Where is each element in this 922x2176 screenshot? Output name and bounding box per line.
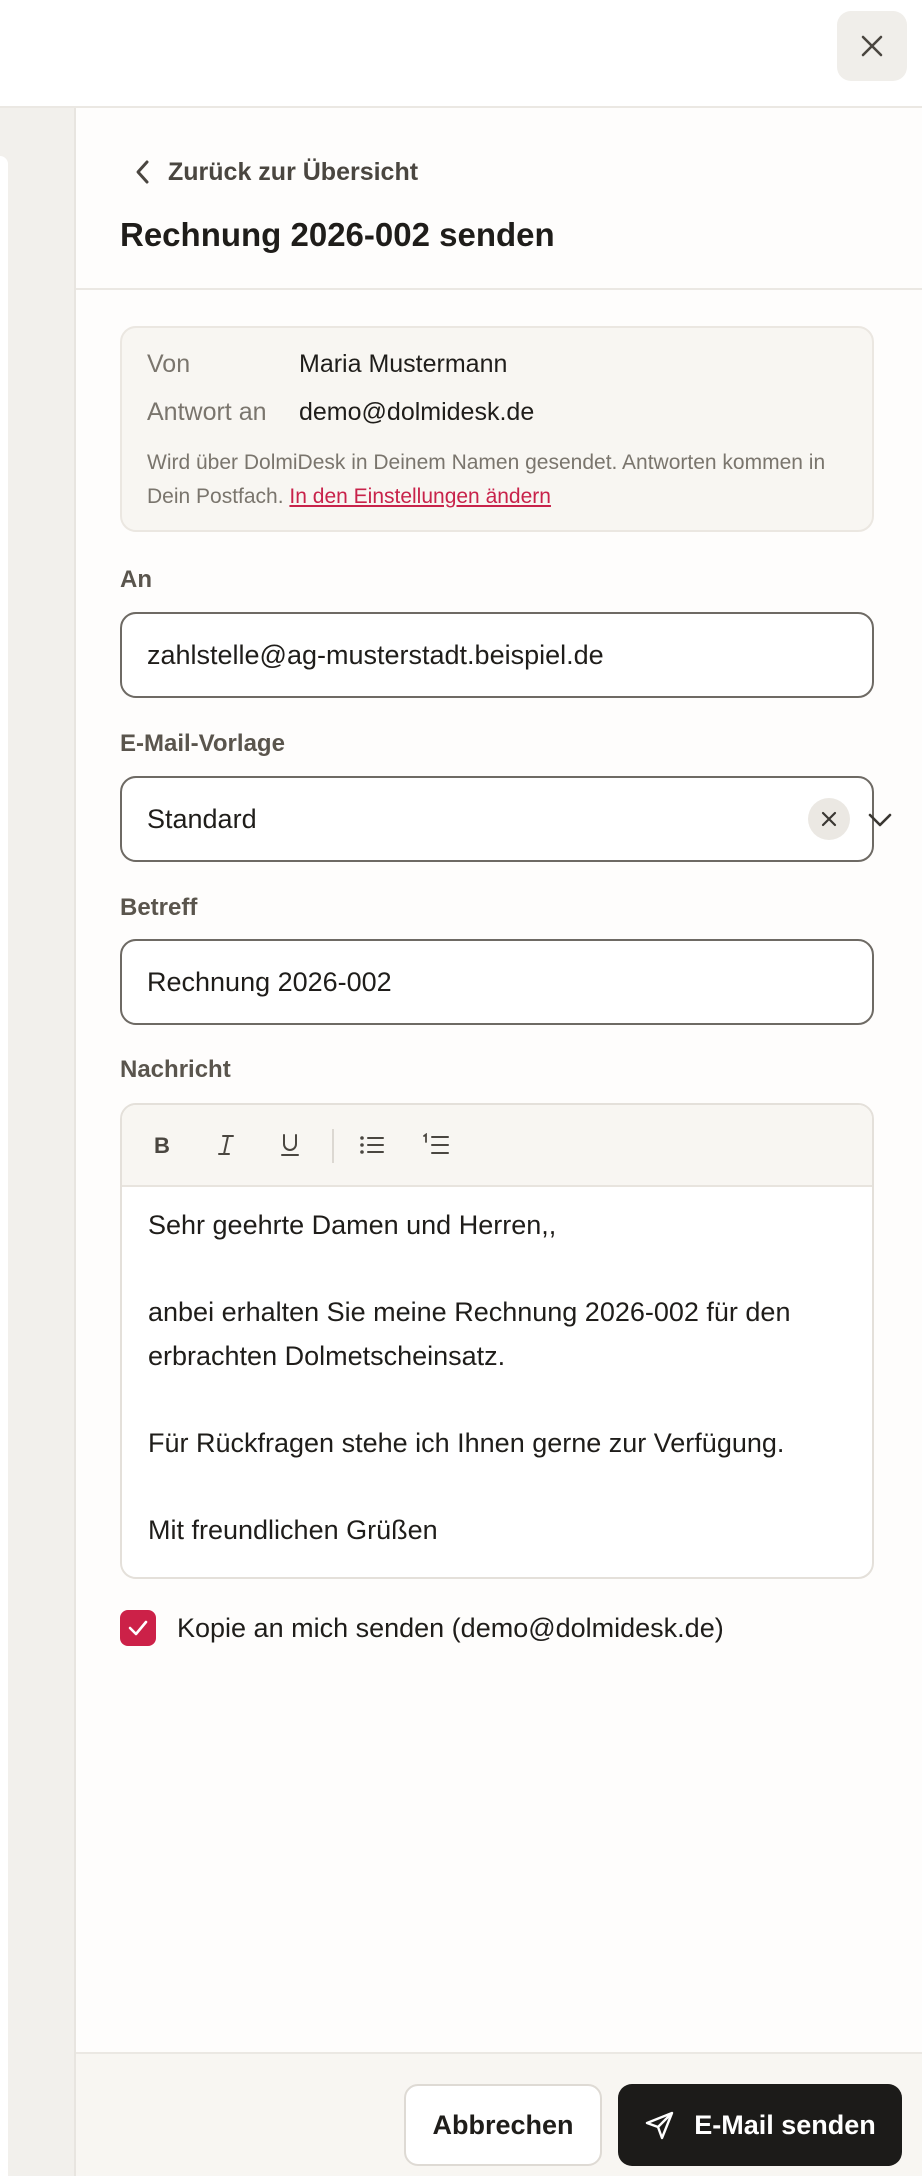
close-button[interactable] (837, 11, 907, 81)
page-title: Rechnung 2026-002 senden (120, 216, 555, 253)
copy-to-me-label: Kopie an mich senden (demo@dolmidesk.de) (177, 1612, 724, 1643)
toolbar-divider (332, 1129, 334, 1163)
back-link-label: Zurück zur Übersicht (168, 157, 419, 186)
sender-info-box: Von Maria Mustermann Antwort an demo@dol… (120, 326, 874, 532)
subject-field[interactable]: Rechnung 2026-002 (120, 939, 874, 1025)
to-label: An (120, 566, 152, 593)
send-email-button[interactable]: E-Mail senden (618, 2084, 902, 2166)
svg-text:B: B (154, 1133, 170, 1157)
cancel-button-label: Abbrechen (432, 2109, 574, 2140)
settings-link[interactable]: In den Einstellungen ändern (289, 485, 551, 508)
close-icon (821, 811, 837, 827)
copy-to-me-checkbox[interactable] (120, 1610, 156, 1646)
send-button-label: E-Mail senden (694, 2109, 876, 2140)
numbered-list-button[interactable] (416, 1125, 456, 1165)
message-body[interactable]: Sehr geehrte Damen und Herren,, anbei er… (148, 1203, 848, 1552)
reply-to-value: demo@dolmidesk.de (299, 398, 535, 426)
reply-to-label: Antwort an (147, 398, 267, 426)
panel-footer: Abbrechen E-Mail senden (76, 2052, 922, 2176)
bold-button[interactable]: B (142, 1125, 182, 1165)
top-bar (0, 0, 922, 108)
message-paragraph: Für Rückfragen stehe ich Ihnen gerne zur… (148, 1428, 785, 1458)
from-value: Maria Mustermann (299, 350, 508, 378)
to-field[interactable]: zahlstelle@ag-musterstadt.beispiel.de (120, 612, 874, 698)
back-to-overview-link[interactable]: Zurück zur Übersicht (132, 152, 418, 192)
message-label: Nachricht (120, 1056, 231, 1083)
copy-to-me-option[interactable]: Kopie an mich senden (demo@dolmidesk.de) (120, 1608, 724, 1648)
cancel-button[interactable]: Abbrechen (404, 2084, 602, 2166)
to-value: zahlstelle@ag-musterstadt.beispiel.de (147, 639, 604, 670)
message-editor[interactable]: B Sehr geehrte Damen und Herren,, anbei … (120, 1103, 874, 1579)
subject-label: Betreff (120, 894, 198, 921)
chevron-left-icon (136, 160, 149, 184)
bold-icon: B (154, 1133, 170, 1157)
template-value: Standard (147, 803, 257, 834)
from-label: Von (147, 350, 191, 378)
underline-icon (281, 1134, 299, 1156)
close-icon (861, 35, 883, 57)
clear-template-button[interactable] (808, 798, 850, 840)
panel-header: Zurück zur Übersicht Rechnung 2026-002 s… (76, 108, 922, 290)
message-paragraph: Sehr geehrte Damen und Herren,, (148, 1210, 557, 1240)
sender-note: Wird über DolmiDesk in Deinem Namen gese… (147, 446, 847, 514)
italic-button[interactable] (206, 1125, 246, 1165)
send-icon (646, 2111, 674, 2140)
editor-toolbar: B (122, 1105, 872, 1187)
template-select[interactable]: Standard (120, 776, 892, 862)
template-label: E-Mail-Vorlage (120, 730, 285, 757)
italic-icon (218, 1135, 234, 1155)
bullet-list-button[interactable] (352, 1125, 392, 1165)
template-dropdown-toggle[interactable] (862, 802, 898, 838)
bullet-list-icon (360, 1136, 384, 1154)
numbered-list-icon (423, 1133, 449, 1154)
send-invoice-panel: Zurück zur Übersicht Rechnung 2026-002 s… (76, 108, 922, 2176)
subject-value: Rechnung 2026-002 (147, 966, 392, 997)
chevron-down-icon (868, 813, 892, 827)
underline-button[interactable] (270, 1125, 310, 1165)
background-page (0, 108, 76, 2176)
message-paragraph: Mit freundlichen Grüßen (148, 1515, 438, 1545)
background-card (0, 156, 8, 2176)
check-icon (128, 1620, 148, 1636)
message-paragraph: anbei erhalten Sie meine Rechnung 2026-0… (148, 1297, 791, 1371)
